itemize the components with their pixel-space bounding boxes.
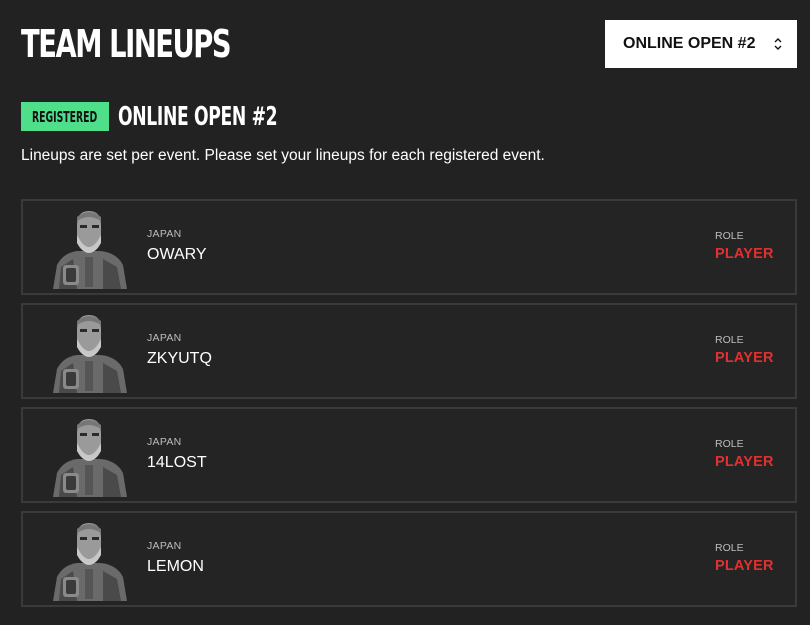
role-label: ROLE — [715, 438, 744, 450]
page-title: TEAM LINEUPS — [21, 22, 232, 66]
player-name: OWARY — [147, 246, 207, 263]
registered-badge: REGISTERED — [21, 102, 109, 131]
lineup-description: Lineups are set per event. Please set yo… — [21, 147, 545, 164]
character-portrait-icon — [47, 519, 131, 601]
player-country: JAPAN — [147, 436, 182, 448]
player-name: LEMON — [147, 558, 204, 575]
character-portrait-icon — [47, 207, 131, 289]
registered-badge-label: REGISTERED — [32, 107, 98, 126]
player-name: ZKYUTQ — [147, 350, 212, 367]
player-role: PLAYER — [715, 246, 774, 262]
player-role: PLAYER — [715, 350, 774, 366]
lineup-list: JAPAN OWARY ROLE PLAYER JAPAN ZKYUTQ ROL… — [21, 199, 797, 615]
player-card[interactable]: JAPAN LEMON ROLE PLAYER — [21, 511, 797, 607]
role-label: ROLE — [715, 542, 744, 554]
player-country: JAPAN — [147, 540, 182, 552]
role-label: ROLE — [715, 334, 744, 346]
up-down-chevron-icon — [774, 38, 782, 50]
event-select-dropdown[interactable]: ONLINE OPEN #2 — [605, 20, 797, 68]
character-portrait-icon — [47, 415, 131, 497]
player-role: PLAYER — [715, 558, 774, 574]
player-role: PLAYER — [715, 454, 774, 470]
event-select-value: ONLINE OPEN #2 — [623, 35, 756, 52]
player-card[interactable]: JAPAN 14LOST ROLE PLAYER — [21, 407, 797, 503]
character-portrait-icon — [47, 311, 131, 393]
player-country: JAPAN — [147, 332, 182, 344]
player-card[interactable]: JAPAN ZKYUTQ ROLE PLAYER — [21, 303, 797, 399]
player-country: JAPAN — [147, 228, 182, 240]
player-card[interactable]: JAPAN OWARY ROLE PLAYER — [21, 199, 797, 295]
player-name: 14LOST — [147, 454, 207, 471]
event-name: ONLINE OPEN #2 — [118, 102, 278, 132]
role-label: ROLE — [715, 230, 744, 242]
